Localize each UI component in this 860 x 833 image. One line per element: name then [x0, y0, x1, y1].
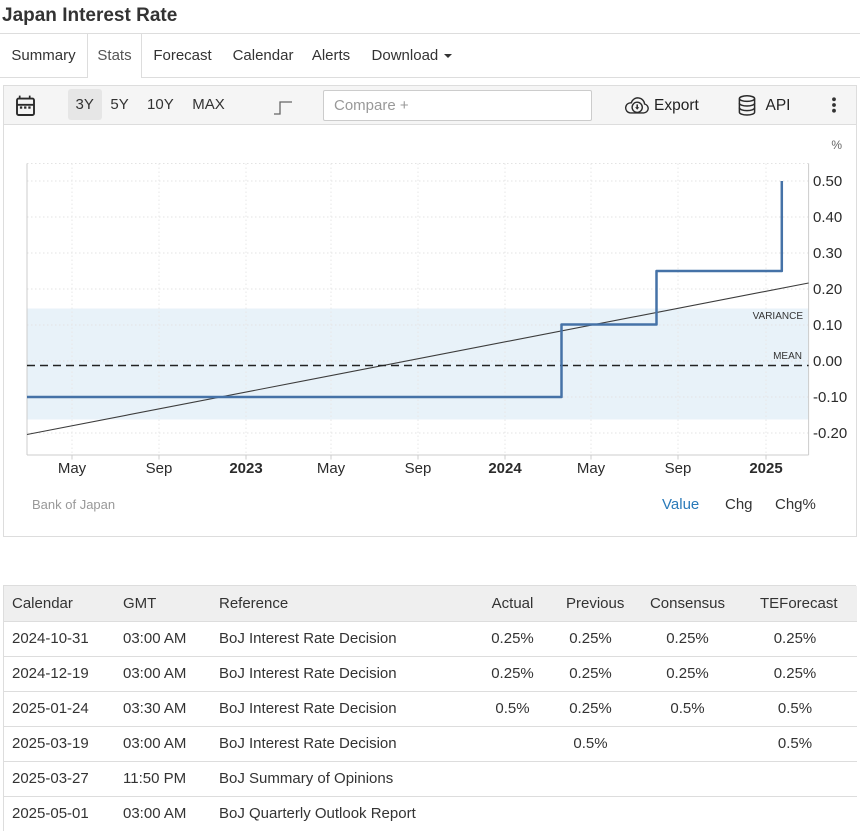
svg-text:May: May	[577, 460, 606, 477]
svg-text:2023: 2023	[229, 460, 262, 477]
svg-text:%: %	[831, 138, 842, 152]
svg-text:0.10: 0.10	[813, 317, 842, 334]
svg-text:MEAN: MEAN	[773, 351, 802, 362]
svg-text:Sep: Sep	[405, 460, 432, 477]
svg-text:May: May	[58, 460, 87, 477]
svg-text:May: May	[317, 460, 346, 477]
svg-text:Sep: Sep	[665, 460, 692, 477]
svg-text:0.40: 0.40	[813, 209, 842, 226]
svg-text:VARIANCE: VARIANCE	[753, 311, 804, 322]
svg-text:0.20: 0.20	[813, 281, 842, 298]
svg-text:-0.10: -0.10	[813, 389, 847, 406]
svg-text:2025: 2025	[749, 460, 782, 477]
svg-text:2024: 2024	[488, 460, 522, 477]
svg-text:0.30: 0.30	[813, 245, 842, 262]
svg-text:0.00: 0.00	[813, 353, 842, 370]
svg-text:Sep: Sep	[146, 460, 173, 477]
svg-text:-0.20: -0.20	[813, 425, 847, 442]
svg-text:0.50: 0.50	[813, 173, 842, 190]
